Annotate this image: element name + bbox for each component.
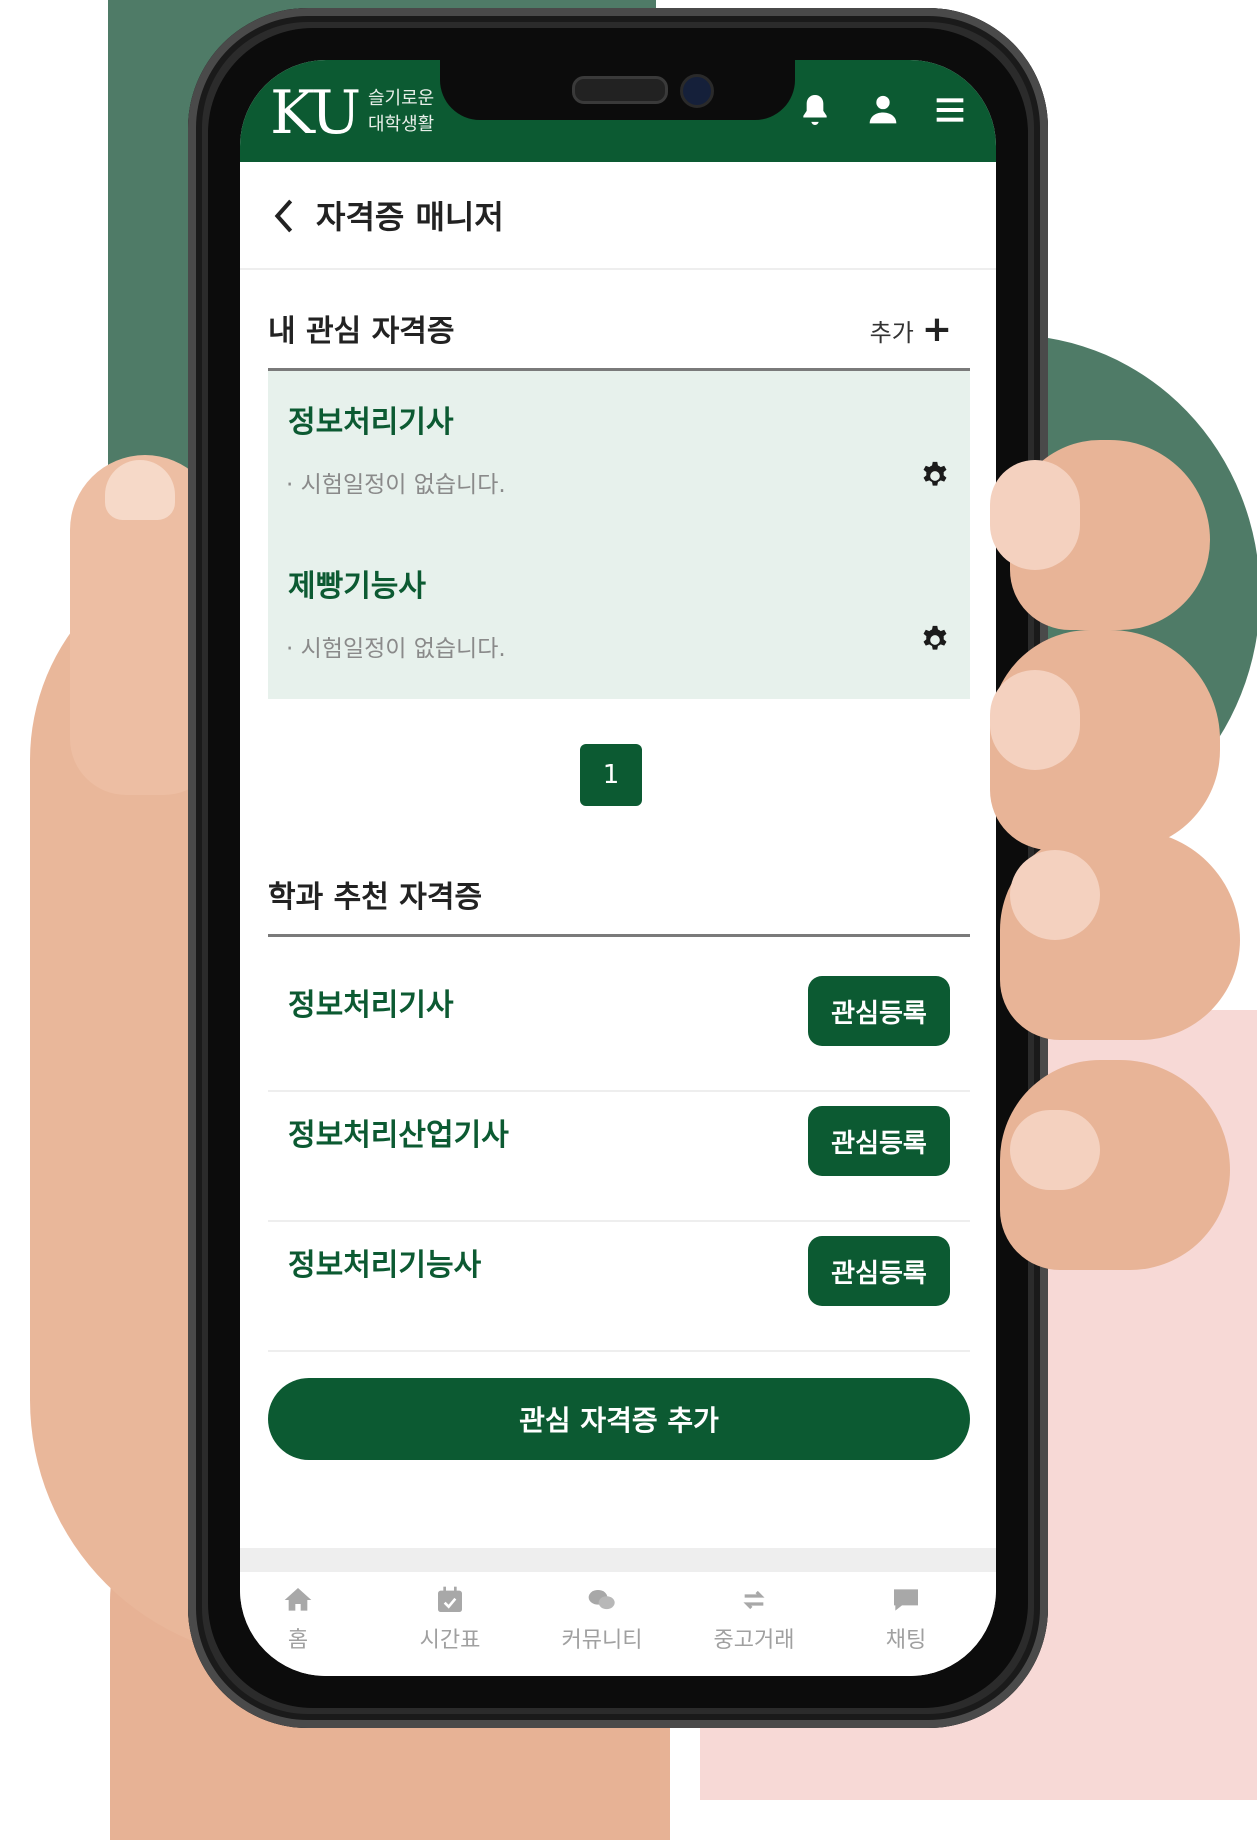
- add-favorite-certificate-button[interactable]: 관심 자격증 추가: [268, 1378, 970, 1460]
- pagination-page-button[interactable]: 1: [580, 744, 642, 806]
- favorite-name: 제빵기능사: [288, 569, 426, 604]
- finger-index: [990, 440, 1210, 630]
- tab-marketplace[interactable]: 중고거래: [684, 1584, 824, 1654]
- recommended-row: 정보처리산업기사 관심등록: [268, 1092, 970, 1222]
- recommended-name: 정보처리기사: [288, 988, 454, 1023]
- add-favorite-label: 추가: [869, 318, 914, 347]
- back-arrow-icon[interactable]: [270, 196, 298, 236]
- recommended-divider: [268, 934, 970, 937]
- finger-middle: [990, 630, 1220, 850]
- tab-community[interactable]: 커뮤니티: [532, 1584, 672, 1654]
- finger-little: [1000, 1060, 1230, 1270]
- chat-bubbles-icon: [588, 1590, 615, 1610]
- register-interest-button[interactable]: 관심등록: [808, 976, 950, 1046]
- logo[interactable]: KU: [270, 78, 361, 148]
- recommended-name: 정보처리산업기사: [288, 1118, 509, 1153]
- finger-nail: [990, 670, 1080, 770]
- title-bar: 자격증 매니저: [240, 162, 996, 270]
- gear-icon[interactable]: [918, 459, 952, 493]
- recommended-name: 정보처리기능사: [288, 1248, 482, 1283]
- bottom-tab-bar: 홈 시간표 커뮤니티 중고거래 채팅: [240, 1572, 996, 1676]
- tab-label: 채팅: [885, 1628, 927, 1653]
- finger-nail: [1010, 850, 1100, 940]
- add-favorite-link[interactable]: 추가 +: [870, 312, 952, 348]
- phone-speaker: [572, 76, 668, 104]
- register-interest-button[interactable]: 관심등록: [808, 1236, 950, 1306]
- page-title: 자격증 매니저: [316, 198, 504, 236]
- finger-nail: [1010, 1110, 1100, 1190]
- menu-icon[interactable]: [930, 90, 970, 130]
- tab-home[interactable]: 홈: [240, 1584, 368, 1654]
- phone-camera: [680, 74, 714, 108]
- tab-chat[interactable]: 채팅: [836, 1584, 976, 1654]
- bell-icon[interactable]: [795, 90, 835, 130]
- favorite-name: 정보처리기사: [288, 405, 454, 440]
- user-icon[interactable]: [863, 90, 903, 130]
- calendar-icon: [438, 1586, 462, 1612]
- tab-label: 커뮤니티: [561, 1628, 643, 1653]
- exchange-icon: [743, 1590, 765, 1610]
- finger-ring: [1000, 830, 1240, 1040]
- tab-label: 중고거래: [713, 1628, 795, 1653]
- phone-screen: KU 슬기로운 대학생활 자격증 매니저 내 관심 자격증 추가 + 정보처리기…: [240, 60, 996, 1676]
- favorites-section-title: 내 관심 자격증: [268, 314, 455, 349]
- favorite-card[interactable]: 정보처리기사 · 시험일정이 없습니다.: [268, 371, 970, 535]
- message-icon: [894, 1589, 918, 1611]
- recommended-row: 정보처리기능사 관심등록: [268, 1222, 970, 1352]
- register-interest-button[interactable]: 관심등록: [808, 1106, 950, 1176]
- tab-timetable[interactable]: 시간표: [380, 1584, 520, 1654]
- favorite-schedule: · 시험일정이 없습니다.: [286, 472, 506, 498]
- tabbar-separator: [240, 1548, 996, 1572]
- tab-label: 홈: [287, 1628, 309, 1653]
- tab-label: 시간표: [419, 1628, 481, 1653]
- home-icon: [284, 1588, 312, 1611]
- logo-subtitle-line1: 슬기로운: [368, 88, 435, 109]
- recommended-row: 정보처리기사 관심등록: [268, 962, 970, 1092]
- finger-nail: [990, 460, 1080, 570]
- gear-icon[interactable]: [918, 623, 952, 657]
- plus-icon: +: [921, 309, 952, 350]
- favorite-schedule: · 시험일정이 없습니다.: [286, 636, 506, 662]
- logo-subtitle-line2: 대학생활: [368, 114, 435, 135]
- recommended-section-title: 학과 추천 자격증: [268, 880, 483, 915]
- favorite-card[interactable]: 제빵기능사 · 시험일정이 없습니다.: [268, 535, 970, 699]
